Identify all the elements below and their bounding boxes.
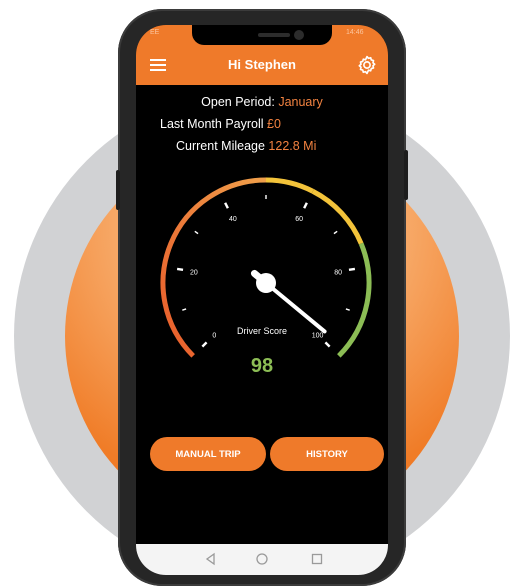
open-period-value: January xyxy=(278,95,323,109)
mileage-row: Current Mileage 122.8 Mi xyxy=(136,139,388,153)
gauge-tick-label: 20 xyxy=(190,270,198,277)
app-bar: EE 14:46 Hi Stephen xyxy=(136,25,388,85)
gauge-tick xyxy=(348,267,356,272)
gauge-tick xyxy=(201,341,208,348)
speedometer-gauge: 02040 6080100 xyxy=(160,177,372,358)
open-period-label: Open Period: xyxy=(201,95,275,109)
gauge-tick-label: 60 xyxy=(295,216,303,223)
back-icon[interactable] xyxy=(204,552,218,566)
gauge-tick-label: 80 xyxy=(334,270,342,277)
gauge-tick xyxy=(303,202,308,209)
gauge-tick xyxy=(176,267,184,272)
camera xyxy=(294,30,304,40)
gauge-tick-label: 40 xyxy=(229,216,237,223)
home-icon[interactable] xyxy=(255,552,269,566)
mileage-label: Current Mileage xyxy=(176,139,265,153)
gauge-tick xyxy=(182,308,187,311)
manual-trip-button[interactable]: MANUAL TRIP xyxy=(150,437,266,471)
volume-button xyxy=(116,170,120,210)
arc-green xyxy=(337,242,372,358)
gauge-hub xyxy=(256,273,276,293)
payroll-label: Last Month Payroll xyxy=(160,117,264,131)
phone-screen: EE 14:46 Hi Stephen Open Period: January… xyxy=(136,25,388,575)
mileage-value: 122.8 Mi xyxy=(268,139,317,153)
gauge-ticks xyxy=(176,195,356,348)
gear-icon[interactable] xyxy=(356,54,378,76)
status-time: 14:46 xyxy=(346,29,364,36)
arc-yellow-2 xyxy=(311,188,364,245)
driver-score-value: 98 xyxy=(250,355,274,377)
open-period-row: Open Period: January xyxy=(136,95,388,109)
driver-score-label: Driver Score xyxy=(236,326,287,336)
arc-yellow xyxy=(265,177,314,194)
history-button[interactable]: HISTORY xyxy=(270,437,384,471)
gauge-needle xyxy=(264,281,327,334)
gauge-tick xyxy=(194,230,199,235)
speaker xyxy=(258,33,290,37)
android-nav-bar xyxy=(136,544,388,575)
gauge-tick xyxy=(324,341,331,348)
gauge-tick xyxy=(333,230,338,235)
payroll-value: £0 xyxy=(267,117,281,131)
page-title: Hi Stephen xyxy=(228,57,296,72)
gauge-tick xyxy=(345,308,350,311)
gauge-tick xyxy=(224,202,229,209)
status-carrier: EE xyxy=(150,29,160,36)
recent-apps-icon[interactable] xyxy=(310,552,324,566)
payroll-row: Last Month Payroll £0 xyxy=(136,117,388,131)
power-button xyxy=(404,150,408,200)
